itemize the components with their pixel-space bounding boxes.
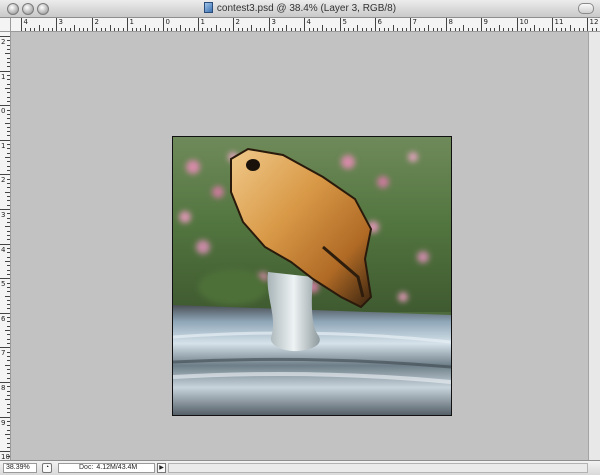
ruler-left-label: 7 [1, 348, 6, 357]
toolbar-toggle-button[interactable] [578, 3, 594, 14]
ruler-top-label: 0 [165, 18, 170, 26]
ruler-left-label: 2 [1, 175, 6, 184]
ruler-top-label: 3 [58, 18, 63, 26]
ruler-origin[interactable] [0, 18, 11, 32]
ruler-top-label: 8 [448, 18, 453, 26]
ruler-top-label: 4 [306, 18, 311, 26]
ruler-left-label: 4 [1, 245, 6, 254]
status-bar: 38.39% ◔ Doc: 4.12M/43.4M ▶ [0, 460, 600, 475]
horizontal-ruler[interactable]: 4 3 2 1 0 1 2 3 4 5 6 7 8 9 10 11 12 [11, 18, 600, 32]
ruler-left-label: 1 [1, 141, 6, 150]
ruler-left-label: 8 [1, 383, 6, 392]
vertical-scrollbar[interactable] [588, 32, 600, 460]
ruler-top-label: 4 [23, 18, 28, 26]
ruler-top-label: 1 [200, 18, 205, 26]
ruler-top-label: 2 [235, 18, 240, 26]
ruler-left-label: 5 [1, 279, 6, 288]
horizontal-ruler-ticks [21, 18, 597, 31]
ruler-top-label: 7 [412, 18, 417, 26]
vertical-ruler[interactable]: 2 1 0 1 2 3 4 5 6 7 8 9 10 [0, 32, 11, 460]
document-size-field: Doc: 4.12M/43.4M [58, 463, 155, 473]
ruler-top-label: 10 [519, 18, 529, 26]
document-image[interactable] [172, 136, 452, 416]
ruler-top-label: 1 [129, 18, 134, 26]
status-info-icon[interactable]: ◔ [42, 463, 52, 473]
doc-size-label: Doc: [79, 464, 94, 471]
ruler-left-label: 0 [1, 106, 6, 115]
ruler-top-label: 12 [589, 18, 599, 26]
ruler-top-label: 6 [377, 18, 382, 26]
zoom-level-field[interactable]: 38.39% [3, 463, 37, 473]
status-menu-arrow-icon[interactable]: ▶ [157, 463, 166, 473]
ruler-left-label: 1 [1, 72, 6, 81]
ruler-top-label: 9 [483, 18, 488, 26]
psd-document-icon [203, 2, 213, 13]
ruler-left-label: 2 [1, 37, 6, 46]
photoshop-document-window: contest3.psd @ 38.4% (Layer 3, RGB/8) 4 3… [0, 0, 600, 475]
horizontal-scrollbar[interactable] [168, 463, 588, 473]
window-title: contest3.psd @ 38.4% (Layer 3, RGB/8) [0, 2, 600, 14]
ruler-top-label: 5 [342, 18, 347, 26]
document-canvas[interactable] [11, 32, 588, 460]
ruler-top-label: 3 [271, 18, 276, 26]
ruler-top-label: 11 [554, 18, 564, 26]
window-titlebar[interactable]: contest3.psd @ 38.4% (Layer 3, RGB/8) [0, 0, 600, 18]
doc-size-value: 4.12M/43.4M [96, 464, 138, 471]
ruler-left-label: 6 [1, 314, 6, 323]
ruler-left-label: 3 [1, 210, 6, 219]
composite-image [173, 137, 451, 415]
mushroom-stem [267, 272, 320, 352]
ruler-top-label: 2 [94, 18, 99, 26]
window-title-text: contest3.psd @ 38.4% (Layer 3, RGB/8) [216, 3, 397, 14]
ruler-left-label: 9 [1, 418, 6, 427]
